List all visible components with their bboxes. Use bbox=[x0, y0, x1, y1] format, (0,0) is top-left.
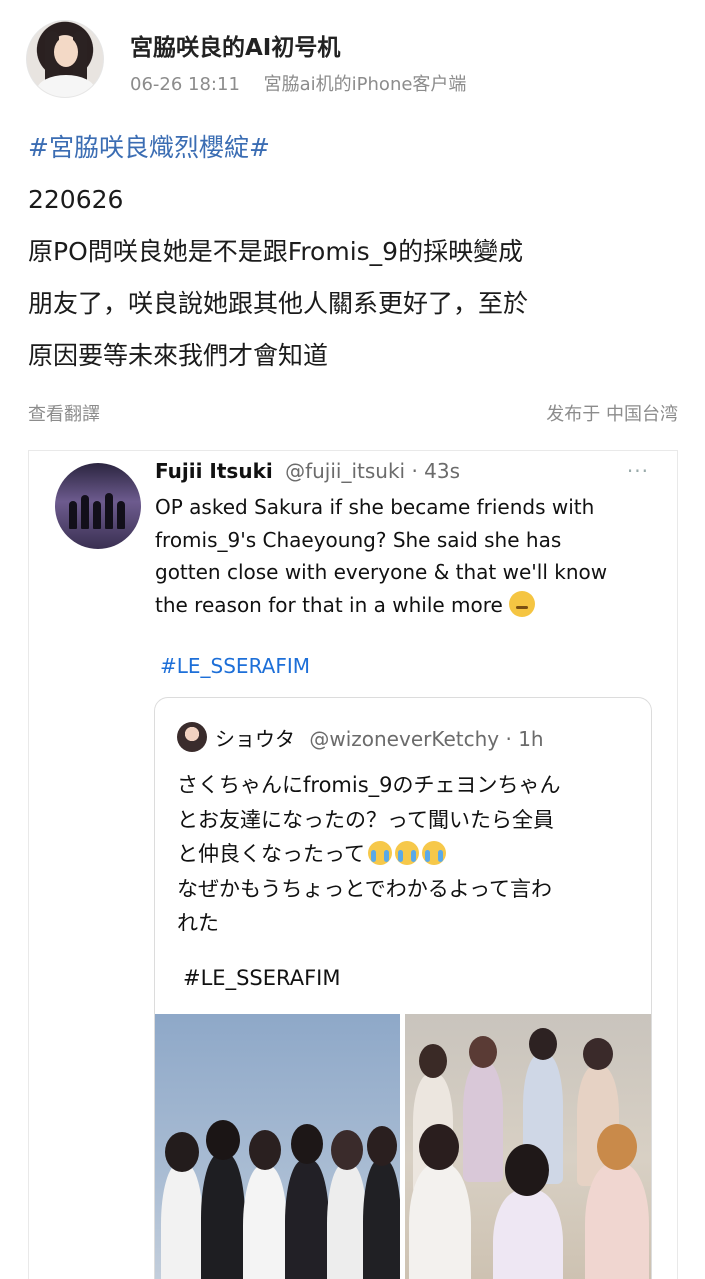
tweet-line: OP asked Sakura if she became friends wi… bbox=[155, 495, 595, 519]
more-icon: ··· bbox=[626, 459, 649, 483]
embedded-tweet-screenshot[interactable]: Fujii Itsuki @fujii_itsuki · 43s ··· OP … bbox=[28, 450, 678, 1279]
quote-line: れた bbox=[177, 911, 219, 935]
post-source: 宮脇ai机的iPhone客户端 bbox=[263, 74, 467, 95]
quote-avatar bbox=[177, 722, 207, 752]
post-header: 宮脇咲良的AI初号机 06-26 18:11 宮脇ai机的iPhone客户端 bbox=[26, 20, 686, 100]
tweet-text: OP asked Sakura if she became friends wi… bbox=[155, 491, 665, 621]
quote-author-name: ショウタ bbox=[215, 727, 295, 751]
post-time: 06-26 18:11 bbox=[130, 74, 240, 95]
thinking-face-icon bbox=[508, 590, 535, 617]
quote-hashtag: #LE_SSERAFIM bbox=[183, 966, 341, 990]
location-label: 发布于 中国台湾 bbox=[546, 404, 678, 425]
quote-line: なぜかもうちょっとでわかるよって言わ bbox=[177, 876, 553, 901]
crying-face-icon bbox=[367, 841, 392, 865]
tweet-line: fromis_9's Chaeyoung? She said she has bbox=[155, 527, 562, 552]
quote-text: さくちゃんにfromis_9のチェヨンちゃん とお友達になったの？って聞いたら全… bbox=[177, 768, 637, 941]
quote-line: さくちゃんにfromis_9のチェヨンちゃん bbox=[177, 773, 561, 797]
quoted-tweet: ショウタ @wizoneverKetchy · 1h さくちゃんにfromis_… bbox=[154, 697, 652, 1279]
tweet-author-name: Fujii Itsuki bbox=[155, 459, 273, 483]
group-photo-beach bbox=[405, 1014, 651, 1279]
translate-link[interactable]: 查看翻譯 bbox=[28, 400, 100, 426]
quote-header: ショウタ @wizoneverKetchy · 1h bbox=[215, 723, 544, 752]
crying-face-icon bbox=[421, 841, 446, 865]
tweet-author-handle: @fujii_itsuki · 43s bbox=[285, 459, 461, 483]
tweet-line: gotten close with everyone & that we'll … bbox=[155, 560, 608, 584]
quote-author-handle: @wizoneverKetchy · 1h bbox=[309, 727, 544, 751]
post-line: 220626 bbox=[28, 185, 124, 214]
tweet-line: the reason for that in a while more bbox=[155, 592, 503, 617]
post-line: 原因要等未來我們才會知道 bbox=[28, 341, 329, 370]
tweet-avatar bbox=[55, 463, 141, 549]
post-line: 朋友了，咲良說她跟其他人關系更好了，至於 bbox=[28, 289, 529, 318]
tweet-hashtag: #LE_SSERAFIM bbox=[160, 654, 310, 678]
post-meta: 06-26 18:11 宮脇ai机的iPhone客户端 bbox=[130, 70, 466, 96]
group-photo-studio bbox=[155, 1014, 400, 1279]
post-hashtag[interactable]: #宮脇咲良熾烈櫻綻# bbox=[28, 122, 678, 174]
post-line: 原PO問咲良她是不是跟Fromis_9的採映變成 bbox=[28, 237, 524, 266]
user-avatar[interactable] bbox=[26, 20, 104, 98]
quote-line: と仲良くなったって bbox=[177, 842, 365, 866]
quote-line: とお友達になったの？って聞いたら全員 bbox=[177, 807, 554, 832]
crying-face-icon bbox=[394, 841, 419, 865]
post-body: #宮脇咲良熾烈櫻綻# 220626 原PO問咲良她是不是跟Fromis_9的採映… bbox=[28, 122, 678, 382]
tweet-header: Fujii Itsuki @fujii_itsuki · 43s bbox=[155, 459, 460, 483]
username[interactable]: 宮脇咲良的AI初号机 bbox=[130, 28, 340, 62]
